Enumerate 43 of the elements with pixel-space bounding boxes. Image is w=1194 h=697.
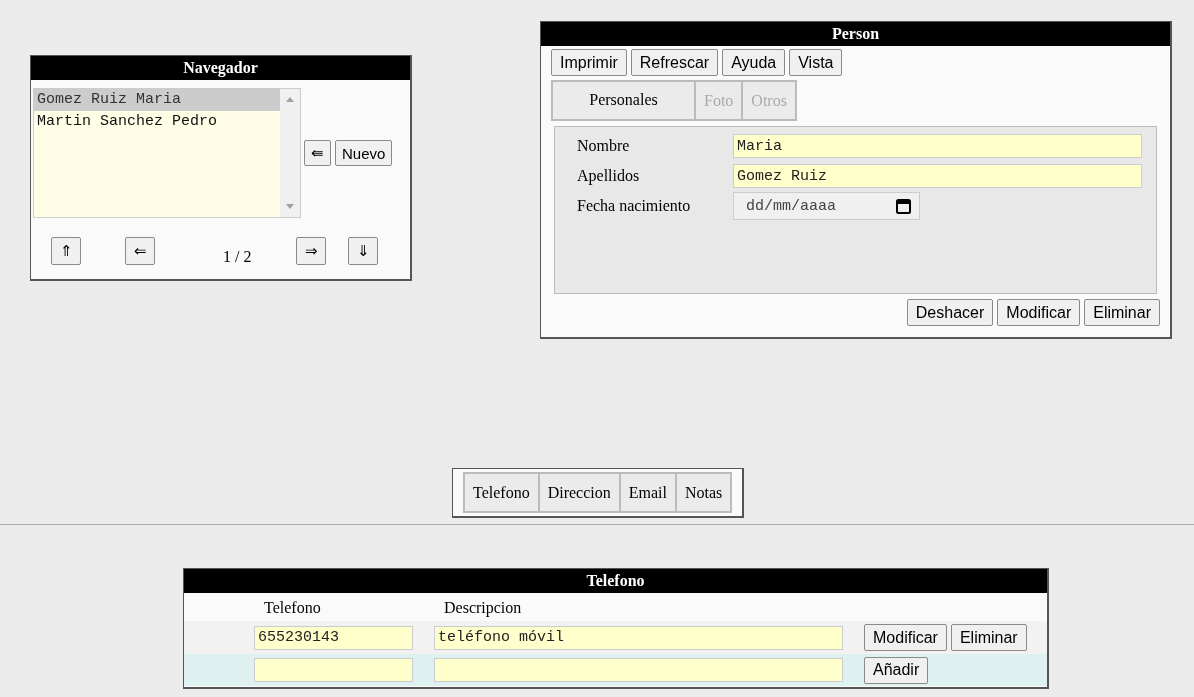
action-button[interactable]: Modificar	[997, 299, 1081, 326]
tab[interactable]: Direccion	[537, 474, 619, 511]
input-field[interactable]: Gomez Ruiz	[733, 164, 1142, 188]
input-field[interactable]	[254, 658, 413, 682]
input-field[interactable]: 655230143	[254, 625, 413, 650]
row-button[interactable]: Eliminar	[950, 624, 1027, 651]
list-item[interactable]: Gomez Ruiz Maria	[34, 89, 280, 111]
toolbar-button[interactable]: Ayuda	[722, 49, 786, 76]
scroll-up-icon[interactable]	[286, 97, 294, 102]
nav-button[interactable]: ⇑	[51, 237, 81, 265]
panel-title: Telefono	[184, 569, 1047, 593]
calendar-icon[interactable]	[896, 198, 911, 214]
date-field[interactable]: dd/mm/aaaa	[733, 192, 920, 220]
panel-title: Navegador	[31, 56, 410, 80]
panel-title: Person	[541, 22, 1170, 46]
action-button[interactable]: Deshacer	[906, 299, 994, 326]
scroll-down-icon[interactable]	[286, 204, 294, 209]
list-item[interactable]: Martin Sanchez Pedro	[34, 111, 280, 133]
input-field[interactable]: teléfono móvil	[434, 625, 843, 650]
nav-button[interactable]: ⇚	[304, 140, 331, 166]
input-field[interactable]: Maria	[733, 134, 1142, 158]
toolbar-button[interactable]: Imprimir	[551, 49, 627, 76]
page-counter: 1 / 2	[223, 248, 252, 266]
row-button[interactable]: Modificar	[864, 624, 947, 651]
nav-button[interactable]: ⇓	[348, 237, 379, 265]
tab[interactable]: Telefono	[465, 474, 538, 511]
input-field[interactable]	[434, 658, 843, 682]
tab[interactable]: Email	[618, 474, 675, 511]
nav-button[interactable]: ⇐	[125, 237, 155, 265]
nav-button[interactable]: ⇒	[296, 237, 327, 265]
field-label: Fecha nacimiento	[577, 197, 692, 215]
tab[interactable]: Notas	[674, 474, 731, 511]
toolbar-button[interactable]: Vista	[789, 49, 843, 76]
field-label: Apellidos	[577, 167, 641, 185]
column-header: Descripcion	[444, 599, 522, 617]
action-button[interactable]: Eliminar	[1084, 299, 1160, 326]
column-header: Telefono	[264, 599, 322, 617]
tab[interactable]: Personales	[553, 82, 694, 119]
toolbar-button[interactable]: Refrescar	[630, 49, 719, 76]
field-label: Nombre	[577, 137, 631, 155]
person-list[interactable]: Gomez Ruiz Maria Martin Sanchez Pedro	[33, 88, 301, 218]
row-button[interactable]: Añadir	[864, 656, 929, 684]
nav-button[interactable]: Nuevo	[335, 140, 393, 166]
